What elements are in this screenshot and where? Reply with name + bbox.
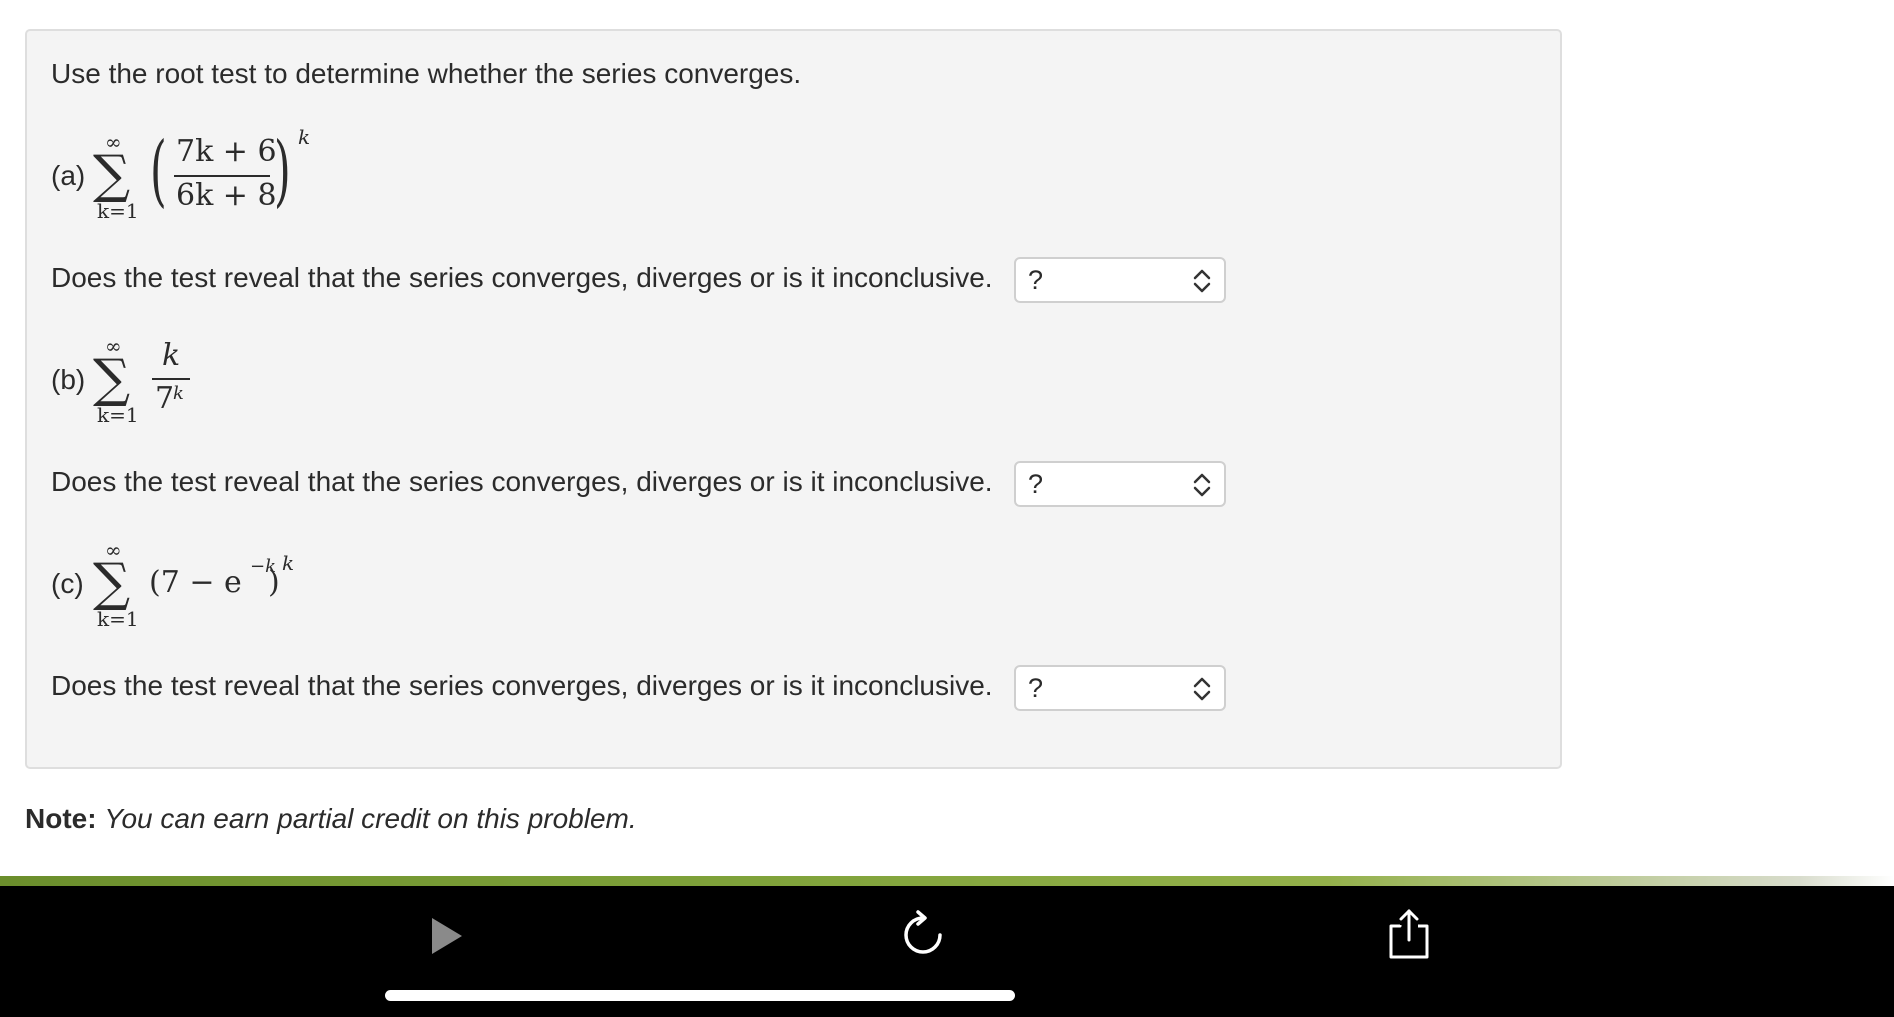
chevron-updown-icon [1193,269,1211,293]
denominator-exponent: k [173,383,184,404]
fraction-bar [152,378,190,380]
partial-credit-note: Note: You can earn partial credit on thi… [25,803,637,835]
selected-value: ? [1028,265,1044,295]
play-icon[interactable] [430,916,464,956]
part-b-label: (b) [51,364,86,395]
sum-lower: k=1 [97,607,139,631]
share-icon[interactable] [1388,908,1430,960]
left-paren: ( [150,126,167,216]
part-a-answer-select[interactable]: ? [1014,257,1226,303]
home-indicator[interactable] [385,990,1015,1001]
accent-bar [0,876,1894,886]
part-c-answer-select[interactable]: ? [1014,665,1226,711]
part-b-question: Does the test reveal that the series con… [51,466,993,497]
sum-lower: k=1 [97,403,139,427]
sigma-icon: ∑ [93,145,131,205]
exponent: k [298,125,311,149]
sigma-icon: ∑ [93,553,131,613]
close-paren: ) [268,565,280,600]
sigma-icon: ∑ [93,349,131,409]
part-b-answer-select[interactable]: ? [1014,461,1226,507]
part-a-question: Does the test reveal that the series con… [51,262,993,293]
denominator: 6k + 8 [176,178,277,213]
note-text: You can earn partial credit on this prob… [104,803,637,834]
part-a-label: (a) [51,160,86,191]
fraction-bar [174,175,270,177]
chevron-updown-icon [1193,473,1211,497]
numerator: 7k + 6 [176,134,277,169]
selected-value: ? [1028,469,1044,499]
chevron-updown-icon [1193,677,1211,701]
right-paren: ) [274,126,291,216]
reload-icon[interactable] [898,910,948,960]
exponent: k [282,551,295,575]
part-c-label: (c) [51,568,84,599]
denominator-base: 7 [155,381,175,416]
numerator: k [162,338,181,373]
problem-prompt: Use the root test to determine whether t… [51,58,802,89]
sum-lower: k=1 [97,199,139,223]
base-expression: (7 − e [149,565,242,600]
bottom-toolbar [0,886,1894,1017]
note-label: Note: [25,803,97,834]
selected-value: ? [1028,673,1044,703]
part-c-question: Does the test reveal that the series con… [51,670,993,701]
